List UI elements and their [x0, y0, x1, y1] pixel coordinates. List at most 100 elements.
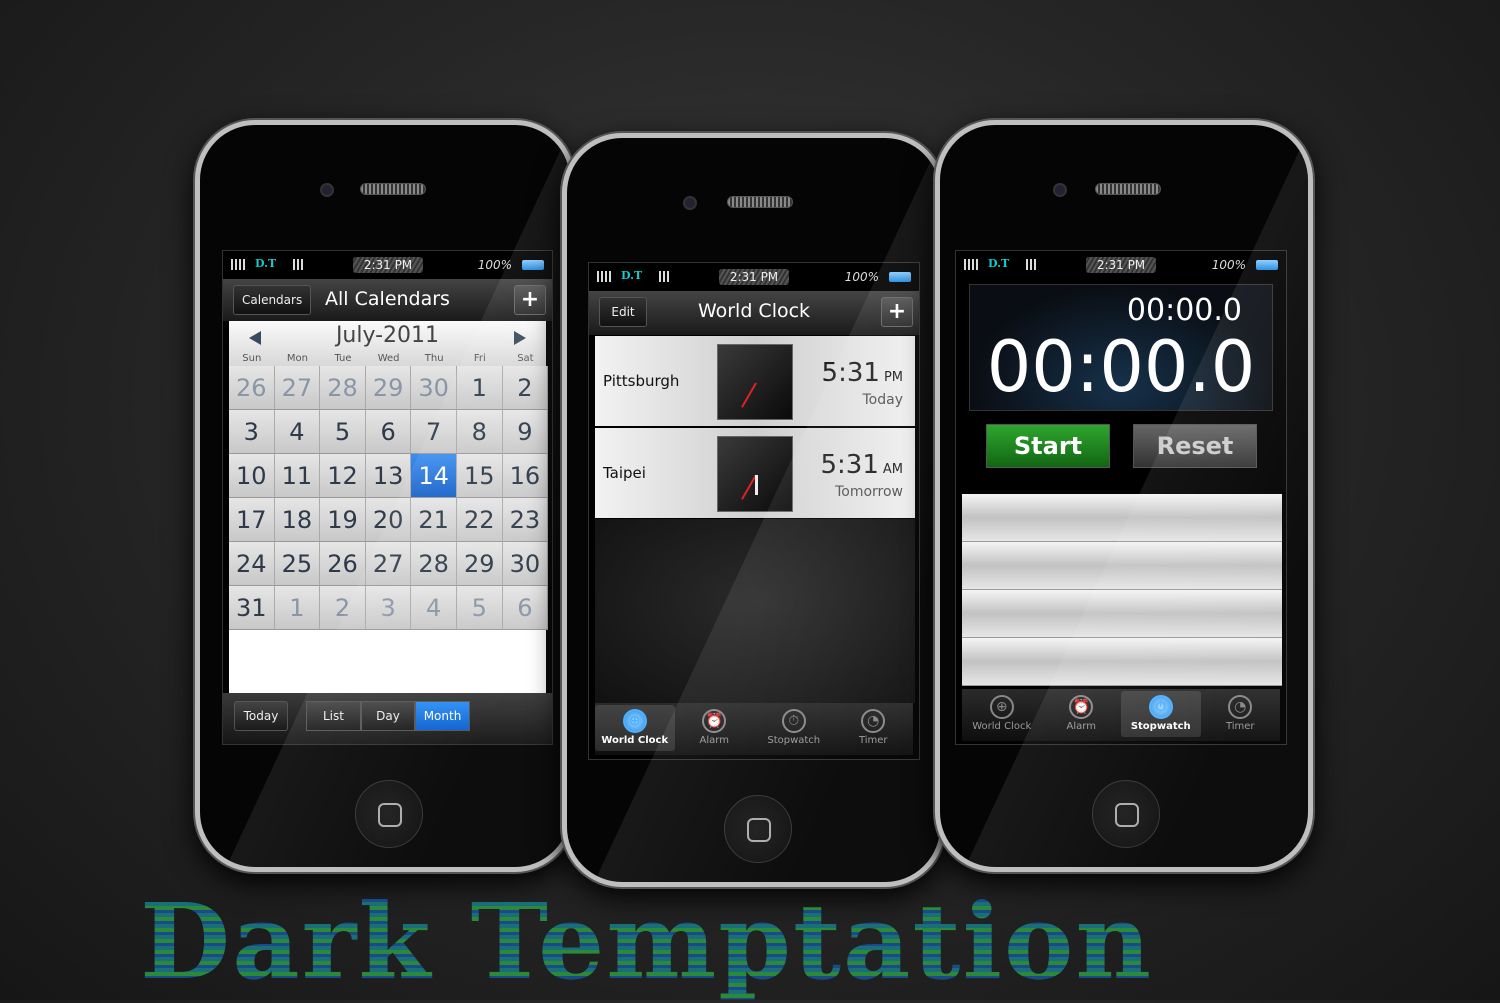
add-event-button[interactable]: +	[514, 285, 546, 315]
carrier: D.T	[621, 269, 643, 282]
day-view-button[interactable]: Day	[361, 701, 415, 731]
city-name: Pittsburgh	[603, 372, 680, 390]
day-cell[interactable]: 18	[274, 498, 321, 542]
today-button[interactable]: Today	[234, 701, 288, 731]
month-view-button[interactable]: Month	[415, 701, 470, 731]
battery-icon	[1256, 260, 1278, 270]
day-cell[interactable]: 12	[320, 454, 366, 498]
tab-timer[interactable]: ◔ Timer	[834, 705, 914, 751]
day-cell[interactable]: 13	[365, 454, 412, 498]
city-row[interactable]: Pittsburgh 5:31 PM Today	[595, 336, 915, 426]
day-cell[interactable]: 5	[457, 586, 503, 630]
day-cell[interactable]: 9	[502, 410, 549, 454]
list-view-button[interactable]: List	[306, 701, 361, 731]
wifi-icon	[1026, 259, 1038, 270]
city-day: Today	[862, 392, 904, 408]
total-time: 00:00.0	[986, 326, 1256, 408]
timer-icon: ◔	[861, 709, 886, 733]
edit-button[interactable]: Edit	[599, 297, 647, 327]
start-button[interactable]: Start	[986, 424, 1110, 468]
world-clock-screen: D.T 2:31 PM 100% World Clock Edit + Pitt…	[588, 262, 920, 760]
day-cell[interactable]: 29	[457, 542, 503, 586]
alarm-icon: ⏰	[1069, 695, 1094, 719]
day-cell[interactable]: 2	[320, 586, 366, 630]
lap-row	[962, 542, 1282, 590]
day-cell[interactable]: 2	[502, 366, 549, 410]
day-cell[interactable]: 6	[365, 410, 412, 454]
day-cell[interactable]: 17	[229, 498, 275, 542]
day-cell[interactable]: 1	[457, 366, 503, 410]
tab-label: World Clock	[601, 735, 669, 746]
calendar-grid: 26 27 28 29 30 1 2 3 4 5 6 7 8 9 10 11 12 13 14 15 16 17 18 19 2…	[229, 366, 549, 630]
home-button[interactable]	[355, 780, 423, 848]
event-list	[229, 630, 546, 693]
day-cell[interactable]: 8	[457, 410, 503, 454]
tab-world-clock[interactable]: ⊕ World Clock	[595, 705, 675, 751]
day-cell[interactable]: 28	[320, 366, 366, 410]
day-cell[interactable]: 27	[365, 542, 412, 586]
weekday-label: Fri	[473, 353, 486, 364]
signal-icon	[964, 259, 980, 270]
day-cell[interactable]: 3	[365, 586, 412, 630]
tab-alarm[interactable]: ⏰ Alarm	[1042, 691, 1122, 737]
tab-label: Stopwatch	[1130, 721, 1191, 732]
camera	[1053, 183, 1067, 197]
day-cell[interactable]: 15	[457, 454, 503, 498]
wifi-icon	[659, 271, 671, 282]
day-cell[interactable]: 29	[365, 366, 412, 410]
day-cell[interactable]: 26	[320, 542, 366, 586]
day-cell[interactable]: 19	[320, 498, 366, 542]
weekday-label: Thu	[424, 353, 444, 364]
day-cell[interactable]: 3	[229, 410, 275, 454]
home-button[interactable]	[1092, 780, 1160, 848]
add-city-button[interactable]: +	[881, 297, 913, 327]
status-bar: D.T 2:31 PM 100%	[589, 263, 919, 291]
day-cell[interactable]: 25	[274, 542, 321, 586]
city-row[interactable]: Taipei 5:31 AM Tomorrow	[595, 428, 915, 518]
tab-label: Timer	[858, 735, 888, 746]
day-cell[interactable]: 14	[411, 454, 457, 498]
tab-label: Timer	[1225, 721, 1255, 732]
reset-button[interactable]: Reset	[1133, 424, 1257, 468]
camera	[683, 196, 697, 210]
tab-label: Alarm	[699, 735, 729, 746]
stopwatch-icon: ⏱	[1148, 695, 1173, 719]
day-cell[interactable]: 21	[411, 498, 457, 542]
phone-stopwatch: D.T 2:31 PM 100% 00:00.0 00:00.0 Start R…	[935, 120, 1313, 872]
home-button[interactable]	[724, 795, 792, 863]
ampm: PM	[883, 370, 903, 385]
day-cell[interactable]: 1	[274, 586, 321, 630]
tab-stopwatch[interactable]: ⏱ Stopwatch	[754, 705, 834, 751]
calendar-toolbar: Today List Day Month	[223, 693, 552, 744]
day-cell[interactable]: 20	[365, 498, 412, 542]
time-value: 5:31	[820, 450, 879, 480]
day-cell[interactable]: 10	[229, 454, 275, 498]
day-cell[interactable]: 23	[502, 498, 549, 542]
day-cell[interactable]: 27	[274, 366, 321, 410]
day-cell[interactable]: 24	[229, 542, 275, 586]
day-cell[interactable]: 11	[274, 454, 321, 498]
tab-stopwatch[interactable]: ⏱ Stopwatch	[1121, 691, 1201, 737]
day-cell[interactable]: 26	[229, 366, 275, 410]
status-time: 2:31 PM	[719, 269, 789, 285]
lap-row	[962, 590, 1282, 638]
day-cell[interactable]: 16	[502, 454, 549, 498]
tab-timer[interactable]: ◔ Timer	[1201, 691, 1281, 737]
day-cell[interactable]: 7	[411, 410, 457, 454]
next-month-arrow-icon[interactable]	[514, 331, 526, 345]
day-cell[interactable]: 4	[411, 586, 457, 630]
tab-alarm[interactable]: ⏰ Alarm	[675, 705, 755, 751]
tab-world-clock[interactable]: ⊕ World Clock	[962, 691, 1042, 737]
day-cell[interactable]: 28	[411, 542, 457, 586]
day-cell[interactable]: 30	[411, 366, 457, 410]
day-cell[interactable]: 30	[502, 542, 549, 586]
day-cell[interactable]: 6	[502, 586, 549, 630]
alarm-icon: ⏰	[702, 709, 727, 733]
calendars-button[interactable]: Calendars	[233, 285, 312, 315]
day-cell[interactable]: 31	[229, 586, 275, 630]
prev-month-arrow-icon[interactable]	[249, 331, 261, 345]
day-cell[interactable]: 4	[274, 410, 321, 454]
day-cell[interactable]: 22	[457, 498, 503, 542]
day-cell[interactable]: 5	[320, 410, 366, 454]
lap-row	[962, 494, 1282, 542]
